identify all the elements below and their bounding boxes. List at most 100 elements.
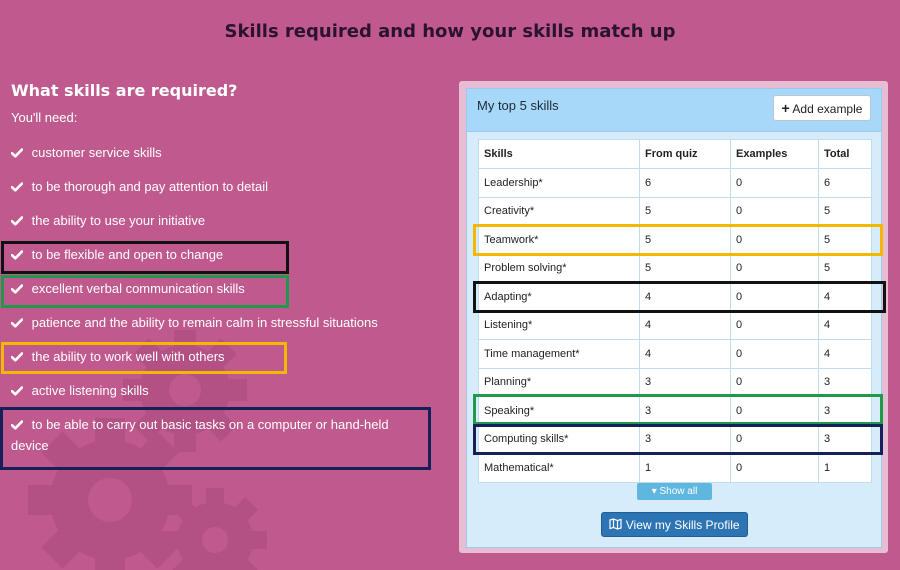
table-cell: 5: [639, 225, 731, 255]
table-row: Teamwork* 5 0 5: [478, 225, 872, 255]
table-row: Listening* 4 0 4: [478, 310, 872, 340]
required-skill-label: to be able to carry out basic tasks on a…: [11, 417, 389, 453]
check-icon: [10, 381, 28, 402]
add-example-label: Add example: [792, 102, 863, 116]
table-row: Mathematical* 1 0 1: [478, 453, 872, 483]
required-skill-label: to be flexible and open to change: [31, 247, 224, 262]
table-row: Leadership* 6 0 6: [478, 168, 872, 198]
plus-icon: +: [781, 100, 790, 116]
show-all-button[interactable]: ▾ Show all: [637, 483, 712, 500]
requirements-heading: What skills are required?: [11, 81, 238, 100]
required-skill-item: customer service skills: [10, 143, 426, 164]
table-cell: Speaking*: [478, 396, 640, 426]
panel-header: My top 5 skills + Add example: [467, 89, 881, 132]
table-cell: 4: [818, 339, 872, 369]
check-icon: [10, 143, 28, 164]
table-cell: 1: [818, 453, 872, 483]
check-icon: [10, 279, 28, 300]
check-icon: [10, 347, 28, 368]
top-skills-panel: My top 5 skills + Add example Skills Fro…: [466, 88, 882, 548]
table-cell: Planning*: [478, 367, 640, 397]
table-cell: 3: [639, 367, 731, 397]
required-skill-label: the ability to use your initiative: [31, 213, 206, 228]
table-cell: 6: [818, 168, 872, 198]
table-cell: Teamwork*: [478, 225, 640, 255]
required-skill-label: to be thorough and pay attention to deta…: [31, 179, 268, 194]
required-skill-label: the ability to work well with others: [31, 349, 225, 364]
table-cell: Problem solving*: [478, 253, 640, 283]
check-icon: [10, 211, 28, 232]
table-cell: 0: [730, 196, 819, 226]
table-cell: Computing skills*: [478, 424, 640, 454]
table-row: Problem solving* 5 0 5: [478, 253, 872, 283]
table-cell: 0: [730, 310, 819, 340]
table-cell: 5: [818, 225, 872, 255]
required-skill-item: the ability to work well with others: [10, 347, 426, 368]
table-cell: 4: [818, 310, 872, 340]
table-row: Time management* 4 0 4: [478, 339, 872, 369]
table-cell: 3: [818, 424, 872, 454]
table-header-row: Skills From quiz Examples Total: [478, 139, 872, 169]
table-cell: 3: [818, 367, 872, 397]
column-header: Skills: [478, 139, 640, 169]
table-row: Planning* 3 0 3: [478, 367, 872, 397]
table-cell: 0: [730, 168, 819, 198]
show-all-label: Show all: [659, 486, 698, 497]
table-row: Creativity* 5 0 5: [478, 196, 872, 226]
column-header: From quiz: [639, 139, 731, 169]
table-cell: 0: [730, 424, 819, 454]
required-skill-label: patience and the ability to remain calm …: [31, 315, 378, 330]
table-cell: 6: [639, 168, 731, 198]
table-cell: 4: [639, 339, 731, 369]
table-row: Speaking* 3 0 3: [478, 396, 872, 426]
table-cell: 0: [730, 396, 819, 426]
add-example-button[interactable]: + Add example: [773, 95, 871, 121]
page-title: Skills required and how your skills matc…: [224, 21, 676, 42]
table-cell: Adapting*: [478, 282, 640, 312]
table-cell: 3: [639, 396, 731, 426]
column-header: Total: [818, 139, 872, 169]
table-cell: 0: [730, 339, 819, 369]
table-cell: 0: [730, 453, 819, 483]
table-cell: 5: [639, 253, 731, 283]
required-skill-item: to be flexible and open to change: [10, 245, 426, 266]
table-cell: 3: [818, 396, 872, 426]
table-cell: 0: [730, 253, 819, 283]
table-row: Computing skills* 3 0 3: [478, 424, 872, 454]
required-skill-label: excellent verbal communication skills: [31, 281, 245, 296]
requirements-intro: You'll need:: [11, 110, 78, 125]
table-cell: 5: [818, 196, 872, 226]
required-skill-item: excellent verbal communication skills: [10, 279, 426, 300]
table-cell: 0: [730, 367, 819, 397]
panel-title: My top 5 skills: [477, 98, 559, 113]
table-cell: Time management*: [478, 339, 640, 369]
table-cell: 5: [639, 196, 731, 226]
table-cell: 0: [730, 282, 819, 312]
check-icon: [10, 245, 28, 266]
table-cell: Mathematical*: [478, 453, 640, 483]
map-icon: [609, 518, 623, 530]
table-cell: 4: [639, 282, 731, 312]
required-skill-item: patience and the ability to remain calm …: [10, 313, 426, 334]
table-cell: 4: [639, 310, 731, 340]
required-skill-item: active listening skills: [10, 381, 426, 402]
table-cell: Listening*: [478, 310, 640, 340]
table-cell: 0: [730, 225, 819, 255]
required-skill-label: active listening skills: [31, 383, 149, 398]
required-skill-item: to be thorough and pay attention to deta…: [10, 177, 426, 198]
check-icon: [10, 313, 28, 334]
view-skills-profile-button[interactable]: View my Skills Profile: [601, 512, 748, 537]
column-header: Examples: [730, 139, 819, 169]
table-row: Adapting* 4 0 4: [478, 282, 872, 312]
table-cell: Creativity*: [478, 196, 640, 226]
profile-button-label: View my Skills Profile: [625, 518, 740, 532]
required-skill-label: customer service skills: [31, 145, 162, 160]
table-cell: Leadership*: [478, 168, 640, 198]
required-skill-item: to be able to carry out basic tasks on a…: [10, 415, 426, 456]
check-icon: [10, 177, 28, 198]
table-cell: 1: [639, 453, 731, 483]
table-cell: 4: [818, 282, 872, 312]
check-icon: [10, 415, 28, 436]
chevron-down-icon: ▾: [651, 486, 657, 497]
table-cell: 3: [639, 424, 731, 454]
